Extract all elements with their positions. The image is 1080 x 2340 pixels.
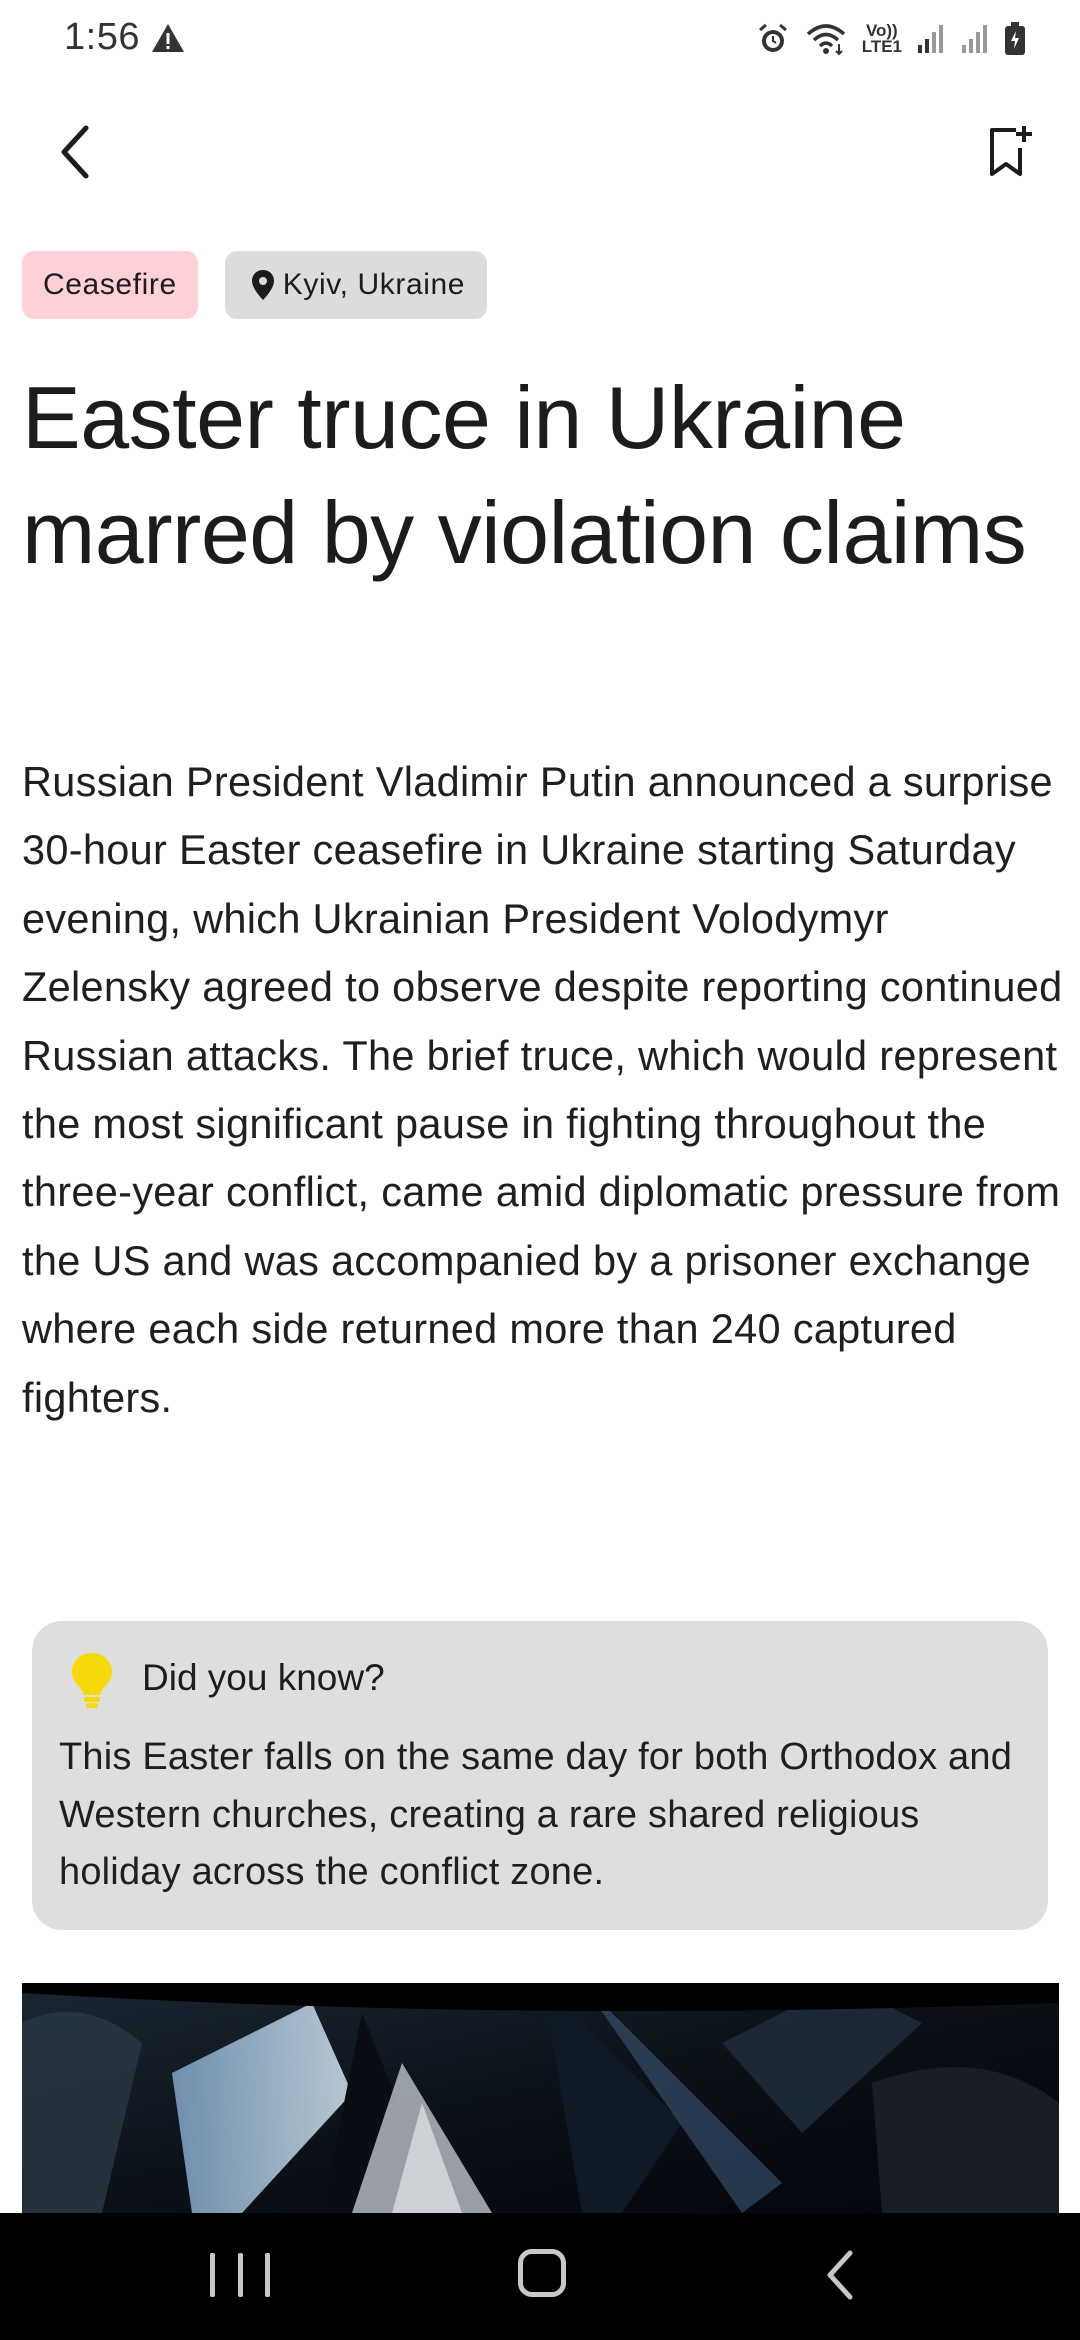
location-chip[interactable]: Kyiv, Ukraine bbox=[224, 251, 488, 319]
system-navigation-bar bbox=[0, 2213, 1080, 2340]
location-pin-icon bbox=[251, 270, 274, 300]
alarm-icon bbox=[758, 23, 787, 52]
did-you-know-title: Did you know? bbox=[142, 1657, 385, 1698]
home-button[interactable] bbox=[518, 2249, 566, 2297]
article-image[interactable] bbox=[22, 1983, 1059, 2213]
bookmark-add-icon bbox=[990, 126, 1032, 176]
article-body: Russian President Vladimir Putin announc… bbox=[22, 758, 1063, 1421]
status-icons: Vo)) LTE1 bbox=[756, 22, 1026, 56]
tag-chips: Ceasefire Kyiv, Ukraine bbox=[22, 251, 488, 319]
chevron-left-icon bbox=[61, 125, 89, 179]
battery-icon bbox=[1005, 22, 1025, 55]
topic-chip-label: Ceasefire bbox=[43, 268, 177, 301]
bookmark-button[interactable] bbox=[976, 118, 1044, 186]
warning-icon bbox=[150, 22, 186, 59]
signal-icon bbox=[918, 25, 943, 53]
article-headline: Easter truce in Ukraine marred by violat… bbox=[22, 368, 1027, 582]
back-arrow-icon bbox=[827, 2250, 853, 2300]
signal-icon-2 bbox=[962, 25, 987, 53]
recent-apps-button[interactable] bbox=[210, 2253, 270, 2303]
status-time: 1:56 bbox=[64, 16, 140, 58]
back-button[interactable] bbox=[42, 118, 110, 186]
lightbulb-icon bbox=[68, 1651, 116, 1714]
status-bar: 1:56 Vo)) LTE1 bbox=[0, 0, 1080, 84]
did-you-know-text: This Easter falls on the same day for bo… bbox=[59, 1736, 1013, 1893]
wifi-icon bbox=[806, 24, 845, 56]
did-you-know-card: Did you know? This Easter falls on the s… bbox=[32, 1621, 1048, 1930]
system-back-button[interactable] bbox=[822, 2249, 858, 2306]
topic-chip[interactable]: Ceasefire bbox=[22, 251, 198, 319]
location-chip-label: Kyiv, Ukraine bbox=[282, 268, 466, 301]
article-screen: 1:56 Vo)) LTE1 Ceasefire Kyiv, Ukraine Ea… bbox=[0, 0, 1080, 2340]
volte-label: Vo)) LTE1 bbox=[861, 21, 902, 56]
